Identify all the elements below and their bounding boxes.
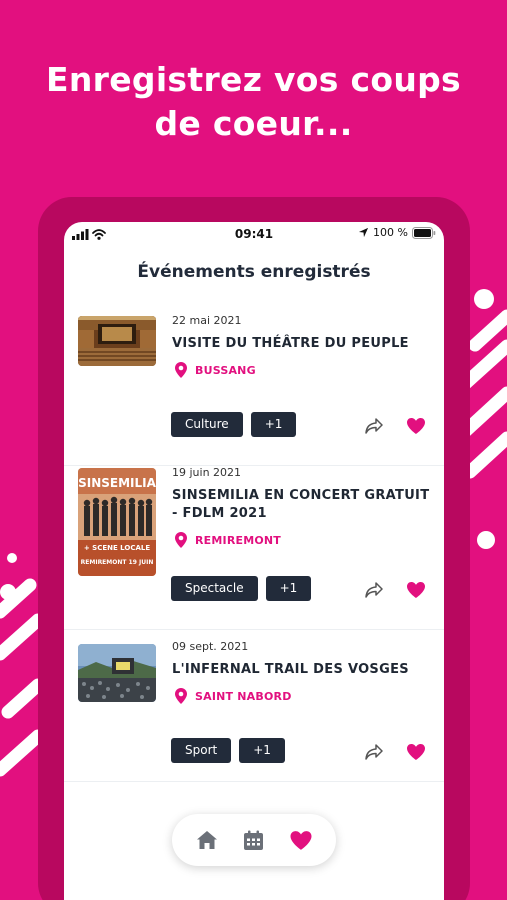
event-card[interactable]: 09 sept. 2021 L'INFERNAL TRAIL DES VOSGE… <box>64 630 444 782</box>
concert-poster-image: SINSEMILIA + SCENE LOCALE REMIREMONT 19 … <box>78 468 156 576</box>
more-tags-button[interactable]: +1 <box>265 576 312 601</box>
app-screen: 09:41 100 % Événements enregistrés 22 ma… <box>64 222 444 900</box>
tag-button[interactable]: Culture <box>171 412 243 437</box>
event-meta: 19 juin 2021 SINSEMILIA EN CONCERT GRATU… <box>172 466 434 548</box>
bottom-nav <box>172 814 336 866</box>
theatre-image <box>78 316 156 366</box>
heart-icon <box>290 830 312 850</box>
nav-calendar[interactable] <box>239 825 269 855</box>
event-location-label: BUSSANG <box>195 363 256 377</box>
event-actions <box>364 743 426 761</box>
calendar-icon <box>244 830 264 850</box>
pin-icon <box>175 688 187 704</box>
event-date: 19 juin 2021 <box>172 466 242 479</box>
pin-icon <box>175 362 187 378</box>
poster-name: SINSEMILIA <box>78 476 156 490</box>
event-tags: Sport +1 <box>171 738 285 763</box>
event-location-label: SAINT NABORD <box>195 689 292 703</box>
heart-icon[interactable] <box>406 581 426 599</box>
tag-button[interactable]: Spectacle <box>171 576 258 601</box>
event-tags: Culture +1 <box>171 412 297 437</box>
share-icon[interactable] <box>364 581 384 599</box>
event-date: 22 mai 2021 <box>172 314 242 327</box>
event-location: SAINT NABORD <box>175 688 434 704</box>
event-title[interactable]: SINSEMILIA EN CONCERT GRATUIT - FDLM 202… <box>172 487 434 523</box>
event-card[interactable]: SINSEMILIA + SCENE LOCALE REMIREMONT 19 … <box>64 466 444 630</box>
nav-favorites[interactable] <box>286 825 316 855</box>
poster-place: REMIREMONT 19 JUIN <box>81 559 154 566</box>
screen-title: Événements enregistrés <box>137 262 371 282</box>
heart-icon[interactable] <box>406 417 426 435</box>
trail-image <box>78 644 156 702</box>
pin-icon <box>175 532 187 548</box>
location-arrow-icon <box>358 227 369 238</box>
nav-home[interactable] <box>192 825 222 855</box>
battery-icon <box>412 226 436 239</box>
event-thumbnail-poster[interactable]: SINSEMILIA + SCENE LOCALE REMIREMONT 19 … <box>78 468 156 576</box>
status-bar: 09:41 100 % <box>64 222 444 246</box>
heart-icon[interactable] <box>406 743 426 761</box>
status-right: 100 % <box>358 226 436 239</box>
event-location: BUSSANG <box>175 362 434 378</box>
event-meta: 22 mai 2021 VISITE DU THÉÂTRE DU PEUPLE … <box>172 314 434 378</box>
event-location-label: REMIREMONT <box>195 533 282 547</box>
event-card[interactable]: 22 mai 2021 VISITE DU THÉÂTRE DU PEUPLE … <box>64 314 444 466</box>
battery-percent: 100 % <box>373 226 408 239</box>
event-actions <box>364 417 426 435</box>
promo-headline: Enregistrez vos coups de coeur... <box>0 58 507 146</box>
event-tags: Spectacle +1 <box>171 576 312 601</box>
headline-line-2: de coeur... <box>154 104 353 143</box>
tag-button[interactable]: Sport <box>171 738 232 763</box>
event-thumbnail-trail[interactable] <box>78 644 156 702</box>
poster-tagline: + SCENE LOCALE <box>84 544 151 552</box>
event-date: 09 sept. 2021 <box>172 640 249 653</box>
event-location: REMIREMONT <box>175 532 434 548</box>
home-icon <box>197 831 218 849</box>
event-title[interactable]: VISITE DU THÉÂTRE DU PEUPLE <box>172 335 434 353</box>
event-title[interactable]: L'INFERNAL TRAIL DES VOSGES <box>172 661 434 679</box>
event-actions <box>364 581 426 599</box>
share-icon[interactable] <box>364 417 384 435</box>
event-meta: 09 sept. 2021 L'INFERNAL TRAIL DES VOSGE… <box>172 640 434 704</box>
saved-events-list: 22 mai 2021 VISITE DU THÉÂTRE DU PEUPLE … <box>64 314 444 782</box>
headline-line-1: Enregistrez vos coups <box>46 60 461 99</box>
share-icon[interactable] <box>364 743 384 761</box>
event-thumbnail-theatre[interactable] <box>78 316 156 366</box>
more-tags-button[interactable]: +1 <box>239 738 285 763</box>
more-tags-button[interactable]: +1 <box>250 412 297 437</box>
